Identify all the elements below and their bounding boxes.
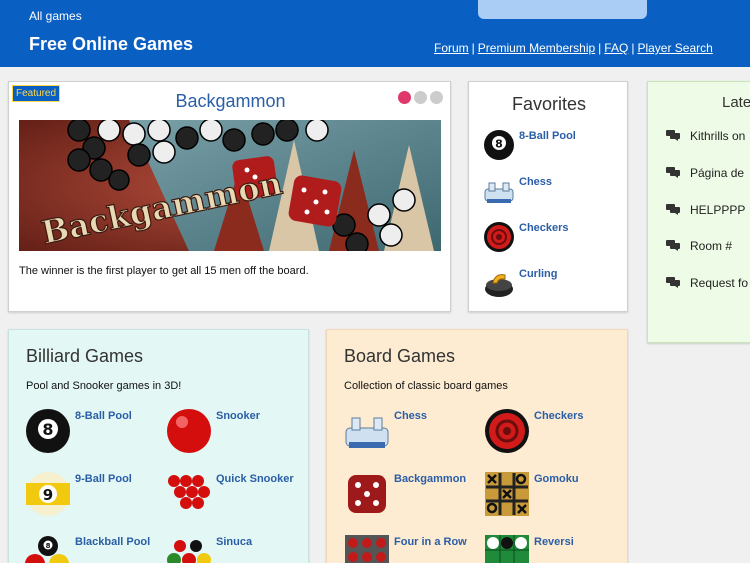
favorite-item-label: Checkers (519, 222, 569, 234)
latest-post-label: Room # (690, 239, 733, 253)
game-label: Blackball Pool (75, 536, 151, 548)
favorite-item-label: 8-Ball Pool (519, 130, 576, 142)
game-blackball-pool[interactable]: 8 Blackball Pool (25, 534, 165, 563)
latest-post-label: Request fo (690, 276, 749, 290)
svg-text:9: 9 (43, 486, 53, 504)
featured-title[interactable]: Backgammon (9, 91, 452, 112)
svg-text:8: 8 (46, 542, 51, 550)
chat-icon (666, 130, 680, 141)
game-label: Four in a Row (394, 536, 467, 548)
game-label: Backgammon (394, 473, 467, 485)
latest-post-item[interactable]: Kithrills on (666, 129, 745, 143)
chat-icon (666, 167, 680, 178)
favorite-item-curling[interactable]: Curling (483, 267, 623, 303)
latest-post-item[interactable]: Página de (666, 166, 744, 180)
favorite-item-checkers[interactable]: Checkers (483, 221, 623, 257)
game-label: Quick Snooker (216, 473, 294, 485)
nav-separator: | (631, 41, 635, 55)
checkers-icon (485, 409, 529, 453)
game-quick-snooker[interactable]: Quick Snooker (166, 471, 306, 519)
nav-forum-link[interactable]: Forum (434, 41, 469, 55)
carousel-dot-1[interactable] (398, 91, 411, 104)
favorite-item-8-ball-pool[interactable]: 8 8-Ball Pool (483, 129, 623, 165)
site-header: All games Free Online Games Forum | Premiu… (0, 0, 750, 67)
dice-icon (348, 475, 386, 513)
game-label: Checkers (534, 410, 584, 422)
game-9-ball-pool[interactable]: 9 9-Ball Pool (25, 471, 165, 519)
nine-ball-icon: 9 (26, 472, 70, 516)
favorites-panel: Favorites 8 8-Ball Pool Chess Checkers C… (468, 81, 628, 312)
game-chess[interactable]: Chess (344, 408, 484, 456)
svg-text:8: 8 (42, 420, 53, 439)
breadcrumb[interactable]: All games (29, 9, 82, 23)
header-search-box[interactable] (478, 0, 647, 19)
game-reversi[interactable]: Reversi (484, 534, 624, 563)
latest-post-label: HELPPPP (690, 203, 746, 217)
top-nav: Forum | Premium Membership | FAQ | Player Sear… (434, 41, 713, 55)
game-label: Reversi (534, 536, 574, 548)
latest-post-item[interactable]: HELPPPP (666, 203, 745, 217)
game-label: Chess (394, 410, 428, 422)
carousel-dots (398, 91, 443, 104)
red-balls-rack-icon (168, 475, 210, 509)
chess-icon (484, 182, 514, 203)
favorite-item-chess[interactable]: Chess (483, 175, 623, 211)
billiard-games-title[interactable]: Billiard Games (26, 346, 143, 367)
checkers-icon (484, 222, 514, 252)
billiard-games-panel: Billiard Games Pool and Snooker games in… (8, 329, 309, 563)
latest-post-item[interactable]: Room # (666, 239, 732, 253)
nav-separator: | (471, 41, 475, 55)
svg-text:8: 8 (495, 138, 503, 151)
site-title[interactable]: Free Online Games (29, 34, 193, 55)
eight-ball-icon: 8 (484, 130, 514, 160)
board-games-panel: Board Games Collection of classic board … (326, 329, 628, 563)
red-ball-icon (167, 409, 211, 453)
game-label: Sinuca (216, 536, 253, 548)
latest-post-label: Kithrills on (690, 129, 746, 143)
latest-post-item[interactable]: Request fo (666, 276, 748, 290)
nav-separator: | (598, 41, 602, 55)
favorite-item-label: Chess (519, 176, 553, 188)
chat-icon (666, 277, 680, 288)
chat-icon (666, 240, 680, 251)
nav-player-search-link[interactable]: Player Search (637, 41, 712, 55)
board-games-description: Collection of classic board games (344, 380, 508, 392)
nav-faq-link[interactable]: FAQ (604, 41, 628, 55)
carousel-dot-2[interactable] (414, 91, 427, 104)
game-four-in-a-row[interactable]: Four in a Row (344, 534, 484, 563)
game-8-ball-pool[interactable]: 8 8-Ball Pool (25, 408, 165, 456)
tic-tac-toe-icon (485, 472, 529, 516)
game-label: Gomoku (534, 473, 579, 485)
page: All games Free Online Games Forum | Premiu… (0, 0, 750, 563)
game-snooker[interactable]: Snooker (166, 408, 306, 456)
chat-icon (666, 204, 680, 215)
nav-premium-link[interactable]: Premium Membership (478, 41, 595, 55)
billiard-games-description: Pool and Snooker games in 3D! (26, 380, 182, 392)
game-checkers[interactable]: Checkers (484, 408, 624, 456)
colored-balls-icon (167, 540, 211, 563)
board-games-title[interactable]: Board Games (344, 346, 455, 367)
game-backgammon[interactable]: Backgammon (344, 471, 484, 519)
favorites-title: Favorites (511, 94, 587, 114)
latest-posts-title: Late (722, 94, 750, 111)
eight-ball-icon: 8 (26, 409, 70, 453)
favorite-item-label: Curling (519, 268, 558, 280)
featured-image[interactable]: Backgammon (19, 120, 441, 251)
featured-description: The winner is the first player to get al… (19, 265, 309, 277)
connect-four-icon (345, 535, 389, 563)
game-label: Snooker (216, 410, 261, 422)
game-label: 8-Ball Pool (75, 410, 132, 422)
latest-posts-panel: Late Kithrills on Página de HELPPPP Room… (647, 81, 750, 343)
game-gomoku[interactable]: Gomoku (484, 471, 624, 519)
game-sinuca[interactable]: Sinuca (166, 534, 306, 563)
curling-stone-icon (485, 274, 513, 297)
reversi-icon (485, 535, 529, 563)
game-label: 9-Ball Pool (75, 473, 132, 485)
chess-icon (345, 417, 389, 448)
featured-panel: Featured Backgammon Backgammon The winne… (8, 81, 451, 312)
blackball-rack-icon: 8 (25, 536, 69, 563)
latest-post-label: Página de (690, 166, 745, 180)
carousel-dot-3[interactable] (430, 91, 443, 104)
